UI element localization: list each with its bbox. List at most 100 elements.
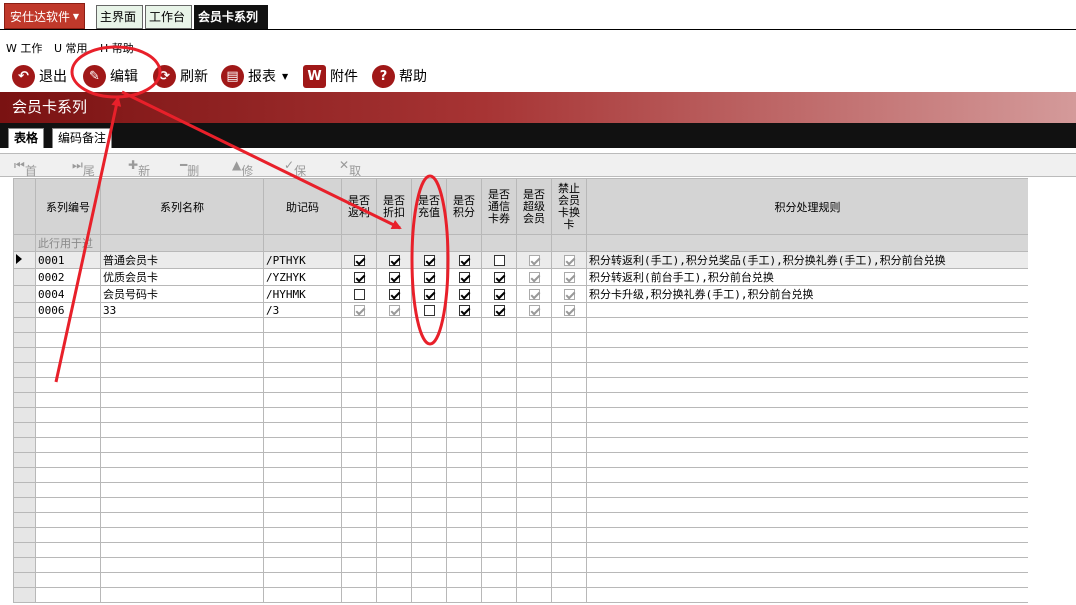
column-header[interactable]: 是否折扣 (376, 178, 412, 235)
tab-workbench[interactable]: 工作台 (145, 5, 192, 29)
checkbox[interactable] (388, 272, 400, 283)
checkbox[interactable] (353, 305, 365, 316)
checkbox[interactable] (493, 272, 505, 283)
checkbox[interactable] (388, 305, 400, 316)
checkbox[interactable] (353, 255, 365, 266)
empty-cell (341, 452, 377, 468)
filter-cell[interactable] (263, 234, 342, 252)
refresh-button[interactable]: ⟳ 刷新 (153, 63, 208, 89)
checkbox[interactable] (388, 289, 400, 300)
checkbox[interactable] (528, 289, 540, 300)
empty-cell (100, 407, 264, 423)
cell-mnemonic[interactable]: /3 (263, 302, 342, 318)
cell-name[interactable]: 优质会员卡 (100, 268, 264, 286)
empty-cell (586, 392, 1028, 408)
checkbox[interactable] (353, 289, 365, 300)
row-indicator (13, 347, 36, 363)
exit-button[interactable]: ↶ 退出 (12, 63, 67, 89)
filter-cell[interactable] (551, 234, 587, 252)
tab-table[interactable]: 表格 (8, 128, 45, 148)
cell-rule[interactable] (586, 302, 1028, 318)
checkbox[interactable] (528, 305, 540, 316)
column-header[interactable]: 是否超级会员 (516, 178, 552, 235)
delete-button[interactable]: ━ 删除 (180, 158, 199, 195)
column-header[interactable]: 是否返利 (341, 178, 377, 235)
edit-button[interactable]: ✎ 编辑 (83, 63, 138, 89)
add-button[interactable]: ✚ 新增 (128, 158, 150, 195)
table-row[interactable]: 0004 会员号码卡/HYHMK 积分卡升级,积分换礼券(手工),积分前台兑换 (13, 285, 1028, 303)
checkbox[interactable] (493, 289, 505, 300)
table-row[interactable]: 0001 普通会员卡/PTHYK 积分转返利(手工),积分兑奖品(手工),积分换礼券… (13, 251, 1028, 269)
column-header[interactable]: 是否通信卡券 (481, 178, 517, 235)
filter-cell[interactable] (516, 234, 552, 252)
checkbox[interactable] (528, 272, 540, 283)
save-button[interactable]: ✓ 保存 (284, 158, 306, 195)
cell-code[interactable]: 0002 (35, 268, 101, 286)
column-header[interactable]: 系列名称 (100, 178, 264, 235)
table-row[interactable]: 0006 33/3 (13, 302, 1028, 318)
checkbox[interactable] (388, 255, 400, 266)
report-dropdown-icon: ▼ (282, 71, 289, 81)
table-row[interactable]: 0002 优质会员卡/YZHYK 积分转返利(前台手工),积分前台兑换 (13, 268, 1028, 286)
cell-name[interactable]: 会员号码卡 (100, 285, 264, 303)
checkbox[interactable] (423, 255, 435, 266)
tab-code-notes[interactable]: 编码备注 (52, 128, 113, 148)
filter-cell[interactable] (341, 234, 377, 252)
empty-row (13, 362, 1028, 378)
checkbox[interactable] (423, 272, 435, 283)
checkbox[interactable] (423, 305, 435, 316)
checkbox[interactable] (423, 289, 435, 300)
checkbox[interactable] (493, 255, 505, 266)
last-record-button[interactable]: ⏭ 尾记录 (72, 158, 95, 212)
cell-code[interactable]: 0006 (35, 302, 101, 318)
checkbox[interactable] (563, 255, 575, 266)
filter-hint[interactable]: 此行用于过 (35, 234, 101, 252)
filter-cell[interactable] (376, 234, 412, 252)
menu-common[interactable]: U 常用 (54, 40, 88, 56)
menu-help[interactable]: H 帮助 (100, 40, 134, 56)
column-header[interactable]: 是否充值 (411, 178, 447, 235)
first-record-button[interactable]: ⏮ 首记录 (14, 158, 37, 212)
checkbox[interactable] (563, 272, 575, 283)
column-header[interactable]: 禁止会员卡换卡 (551, 178, 587, 235)
checkbox[interactable] (528, 255, 540, 266)
empty-cell (376, 482, 412, 498)
modify-button[interactable]: ▲ 修改 (232, 158, 253, 195)
cancel-button[interactable]: ✕ 取消 (339, 158, 361, 195)
cell-name[interactable]: 33 (100, 302, 264, 318)
cell-name[interactable]: 普通会员卡 (100, 251, 264, 269)
checkbox[interactable] (458, 305, 470, 316)
filter-cell[interactable] (586, 234, 1028, 252)
empty-cell (481, 512, 517, 528)
cell-rule[interactable]: 积分转返利(前台手工),积分前台兑换 (586, 268, 1028, 286)
checkbox[interactable] (458, 272, 470, 283)
cell-mnemonic[interactable]: /PTHYK (263, 251, 342, 269)
column-header[interactable]: 是否积分 (446, 178, 482, 235)
cell-mnemonic[interactable]: /HYHMK (263, 285, 342, 303)
report-button[interactable]: ▤ 报表 ▼ (221, 63, 288, 89)
checkbox[interactable] (458, 255, 470, 266)
tab-member-card-series[interactable]: 会员卡系列 (194, 5, 268, 29)
checkbox[interactable] (493, 305, 505, 316)
cell-code[interactable]: 0001 (35, 251, 101, 269)
cell-rule[interactable]: 积分卡升级,积分换礼券(手工),积分前台兑换 (586, 285, 1028, 303)
attach-button[interactable]: W 附件 (303, 63, 358, 89)
filter-cell[interactable] (481, 234, 517, 252)
checkbox[interactable] (458, 289, 470, 300)
filter-cell[interactable] (411, 234, 447, 252)
help-button[interactable]: ? 帮助 (372, 63, 427, 89)
checkbox[interactable] (563, 289, 575, 300)
filter-cell[interactable] (446, 234, 482, 252)
cell-mnemonic[interactable]: /YZHYK (263, 268, 342, 286)
app-menu-button[interactable]: 安仕达软件 ▼ (4, 3, 85, 29)
filter-cell[interactable] (100, 234, 264, 252)
column-header[interactable]: 助记码 (263, 178, 342, 235)
tab-main[interactable]: 主界面 (96, 5, 143, 29)
column-header[interactable]: 积分处理规则 (586, 178, 1028, 235)
cell-rule[interactable]: 积分转返利(手工),积分兑奖品(手工),积分换礼券(手工),积分前台兑换 (586, 251, 1028, 269)
column-header[interactable]: 系列编号 (35, 178, 101, 235)
cell-code[interactable]: 0004 (35, 285, 101, 303)
checkbox[interactable] (563, 305, 575, 316)
menu-work[interactable]: W 工作 (6, 40, 42, 56)
checkbox[interactable] (353, 272, 365, 283)
